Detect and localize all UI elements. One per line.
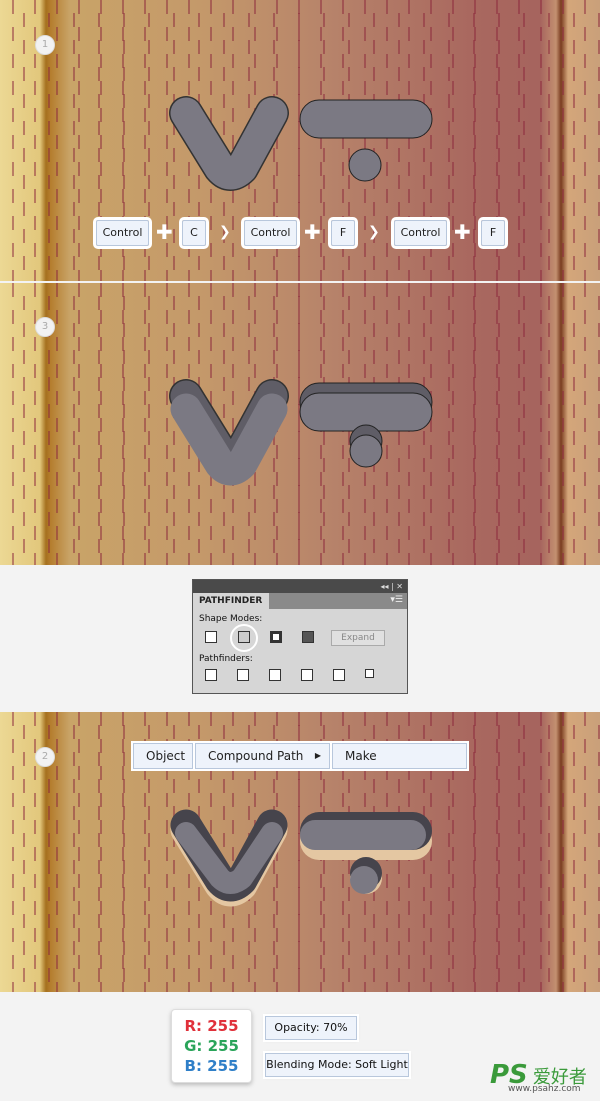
pathfinder-panel: ◂◂ | ✕ PATHFINDER ▾☰ Shape Modes: Expand… [192, 579, 408, 694]
tab-pathfinder[interactable]: PATHFINDER [193, 593, 269, 609]
watermark-logo: PS 爱好者 www.psahz.com [490, 1060, 587, 1094]
key-c: C [179, 217, 209, 249]
menu-object[interactable]: Object [131, 741, 195, 771]
plus-icon: ✚ [304, 220, 321, 244]
menu-compound-path[interactable]: Compound Path ▶ [193, 741, 332, 771]
expand-button[interactable]: Expand [331, 630, 385, 646]
panel-controls[interactable]: ◂◂ | ✕ [193, 580, 407, 593]
submenu-arrow-icon: ▶ [314, 751, 321, 760]
unite-icon[interactable] [205, 631, 217, 643]
key-control: Control [93, 217, 152, 249]
minus-front-icon[interactable] [238, 631, 250, 643]
key-control: Control [391, 217, 450, 249]
red-value: R: 255 [184, 1017, 239, 1035]
plus-icon: ✚ [156, 220, 173, 244]
blending-mode-label: Blending Mode: Soft Light [263, 1051, 411, 1079]
green-value: G: 255 [184, 1037, 239, 1055]
key-control: Control [241, 217, 300, 249]
outline-icon[interactable] [333, 669, 345, 681]
panel-menu-icon[interactable]: ▾☰ [390, 595, 403, 605]
shapes-selected [169, 96, 433, 191]
arrow-icon: ❯ [368, 224, 380, 240]
menu-make[interactable]: Make [330, 741, 469, 771]
shapes-duplicated [169, 379, 433, 486]
opacity-label: Opacity: 70% [263, 1014, 359, 1042]
divide-icon[interactable] [205, 669, 217, 681]
arrow-icon: ❯ [219, 224, 231, 240]
key-f: F [478, 217, 508, 249]
key-f: F [328, 217, 358, 249]
intersect-icon[interactable] [270, 631, 282, 643]
minus-back-icon[interactable] [365, 669, 374, 678]
merge-icon[interactable] [269, 669, 281, 681]
pathfinders-label: Pathfinders: [199, 654, 253, 664]
plus-icon: ✚ [454, 220, 471, 244]
blue-value: B: 255 [184, 1057, 239, 1075]
crop-icon[interactable] [301, 669, 313, 681]
shape-modes-label: Shape Modes: [199, 614, 263, 624]
exclude-icon[interactable] [302, 631, 314, 643]
menu-label: Compound Path [208, 749, 304, 763]
step-3-canvas: 3 [0, 283, 600, 565]
step-1-canvas: 1 Control ✚ C ❯ Control ✚ F ❯ Control ✚ … [0, 0, 600, 281]
color-values-box: R: 255 G: 255 B: 255 [171, 1009, 252, 1083]
trim-icon[interactable] [237, 669, 249, 681]
